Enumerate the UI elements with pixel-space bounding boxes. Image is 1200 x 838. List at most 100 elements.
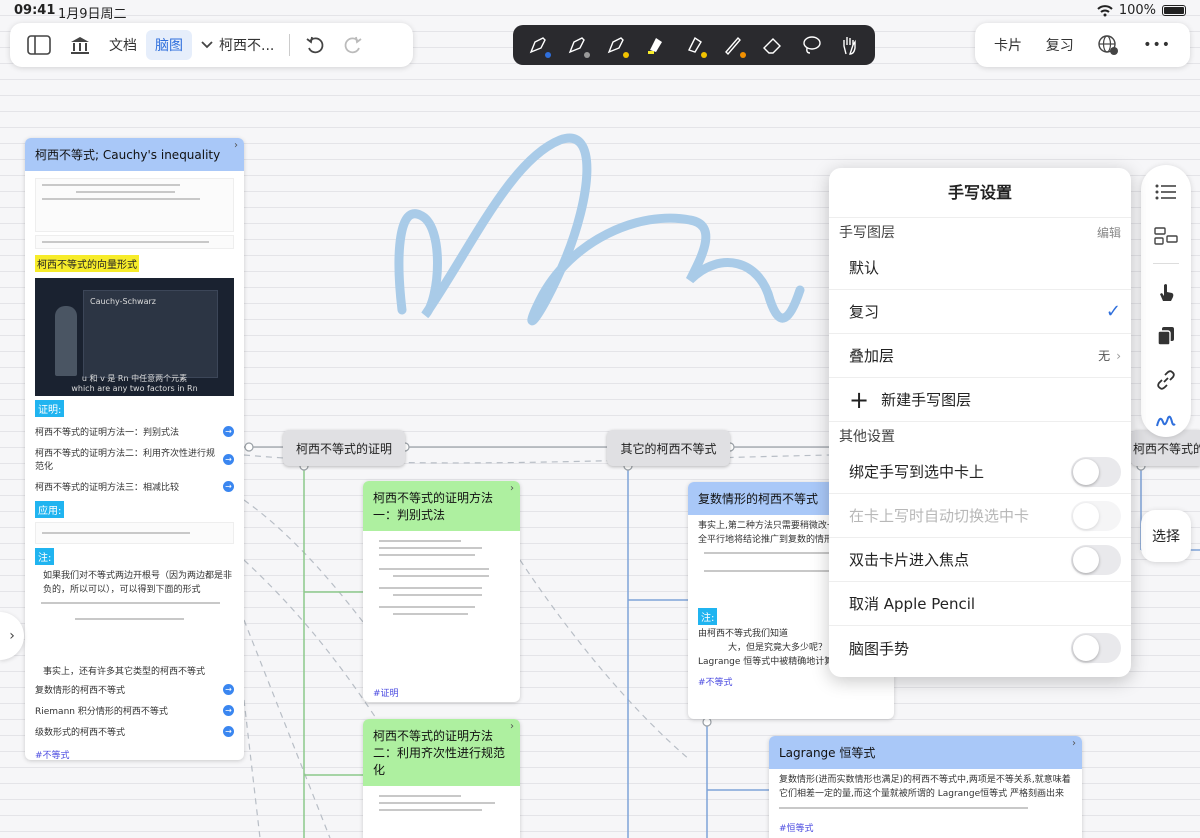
list-item[interactable]: 级数形式的柯西不等式 →	[35, 721, 234, 742]
lasso-icon[interactable]	[796, 30, 826, 60]
chevron-right-icon[interactable]: ›	[510, 721, 514, 732]
bind-handwriting-row: 绑定手写到选中卡上	[829, 450, 1131, 494]
link-label: 柯西不等式的证明方法三：相减比较	[35, 483, 180, 493]
auto-switch-toggle	[1071, 500, 1121, 531]
highlighter-2-icon[interactable]	[679, 30, 709, 60]
eraser-icon[interactable]	[757, 30, 787, 60]
formula-image	[35, 235, 234, 249]
arrow-right-icon: →	[223, 726, 234, 737]
redo-icon[interactable]	[334, 35, 372, 55]
status-time: 09:41	[14, 3, 56, 18]
note-text-2: 事实上，还有许多其它类型的柯西不等式	[43, 667, 206, 677]
card-tag[interactable]: #证明	[373, 680, 510, 702]
list-item[interactable]: 柯西不等式的证明方法一：判别式法 →	[35, 421, 234, 442]
overlay-value: 无 ›	[1098, 347, 1121, 364]
row-label: 取消 Apple Pencil	[849, 595, 976, 613]
library-icon[interactable]	[60, 35, 100, 55]
node-other-inequalities[interactable]: 其它的柯西不等式	[607, 430, 730, 466]
handwriting-stroke[interactable]	[394, 133, 805, 326]
formula-image	[373, 795, 510, 811]
list-item[interactable]: 复数情形的柯西不等式 →	[35, 679, 234, 700]
pen-icon[interactable]	[562, 30, 592, 60]
node-proof[interactable]: 柯西不等式的证明	[283, 430, 405, 466]
handwriting-icon[interactable]	[1151, 407, 1181, 437]
note-label: 注:	[35, 548, 55, 565]
hand-pointer-icon[interactable]	[1151, 277, 1181, 307]
select-button[interactable]: 选择	[1141, 510, 1191, 562]
row-label: 双击卡片进入焦点	[849, 551, 970, 569]
arrow-right-icon: →	[223, 481, 234, 492]
card-tag[interactable]: #不等式	[35, 742, 234, 760]
value-text: 无	[1098, 349, 1111, 363]
chevron-right-icon[interactable]: ›	[234, 140, 238, 151]
board-title: Cauchy-Schwarz	[90, 297, 156, 306]
link-label: 柯西不等式的证明方法二：利用齐次性进行规范化	[35, 449, 216, 472]
row-label: 在卡上写时自动切换选中卡	[849, 507, 1030, 525]
more-options-icon[interactable]: •••	[1134, 37, 1180, 53]
card-proof-method-2[interactable]: 柯西不等式的证明方法二：利用齐次性进行规范化 ›	[363, 719, 520, 838]
new-layer-button[interactable]: + 新建手写图层	[829, 378, 1131, 422]
proof-label: 证明:	[35, 400, 65, 417]
sidebar-toggle-icon[interactable]	[18, 35, 60, 55]
layout-icon[interactable]	[1151, 221, 1181, 251]
highlighter-icon[interactable]	[640, 30, 670, 60]
list-item[interactable]: 柯西不等式的证明方法三：相减比较 →	[35, 476, 234, 497]
chevron-right-icon: ›	[9, 628, 15, 644]
apply-label: 应用:	[35, 501, 65, 518]
battery-percent: 100%	[1118, 3, 1156, 18]
card-title: Lagrange 恒等式	[779, 746, 876, 760]
bind-handwriting-toggle[interactable]	[1071, 456, 1121, 487]
video-player[interactable]: Cauchy-Schwarz u 和 v 是 Rn 中任意两个元素 which …	[35, 278, 234, 396]
fountain-pen-icon[interactable]	[523, 30, 553, 60]
card-cauchy-inequality[interactable]: 柯西不等式; Cauchy's inequality › 柯西不等式的向量形式 …	[25, 138, 244, 760]
card-title: 柯西不等式的证明方法一：判别式法	[373, 491, 494, 522]
double-tap-focus-row: 双击卡片进入焦点	[829, 538, 1131, 582]
layer-default[interactable]: 默认	[829, 246, 1131, 290]
www-icon[interactable]	[1088, 34, 1128, 56]
chevron-down-icon	[201, 37, 213, 53]
tab-mindmap[interactable]: 脑图	[146, 30, 192, 60]
cards-button[interactable]: 卡片	[985, 35, 1031, 55]
row-label: 新建手写图层	[881, 391, 972, 409]
layer-review[interactable]: 复习 ✓	[829, 290, 1131, 334]
card-proof-method-1[interactable]: 柯西不等式的证明方法一：判别式法 › #证明	[363, 481, 520, 702]
plus-icon: +	[849, 385, 870, 414]
review-button[interactable]: 复习	[1037, 35, 1083, 55]
row-label: 脑图手势	[849, 639, 910, 658]
card-tag[interactable]: #恒等式	[779, 815, 1072, 838]
pencil-icon[interactable]	[718, 30, 748, 60]
link-label: Riemann 积分情形的柯西不等式	[35, 707, 168, 717]
card-lagrange-identity[interactable]: Lagrange 恒等式 › 复数情形(进而实数情形也满足)的柯西不等式中,两项…	[769, 736, 1082, 838]
wifi-icon	[1097, 4, 1113, 16]
copy-icon[interactable]	[1151, 321, 1181, 351]
double-tap-focus-toggle[interactable]	[1071, 544, 1121, 575]
chevron-right-icon[interactable]: ›	[1072, 738, 1076, 749]
edit-button[interactable]: 编辑	[1097, 224, 1121, 241]
list-item[interactable]: Riemann 积分情形的柯西不等式 →	[35, 700, 234, 721]
undo-icon[interactable]	[296, 35, 334, 55]
link-icon[interactable]	[1151, 365, 1181, 395]
cancel-apple-pencil-button[interactable]: 取消 Apple Pencil	[829, 582, 1131, 626]
tab-document[interactable]: 文档	[100, 35, 146, 55]
card-header: 柯西不等式; Cauchy's inequality ›	[25, 138, 244, 171]
subtitle-en: which are any two factors in Rn	[71, 384, 198, 393]
list-item[interactable]: 柯西不等式的证明方法二：利用齐次性进行规范化 →	[35, 442, 234, 476]
chevron-right-icon: ›	[1116, 348, 1121, 363]
video-blackboard: Cauchy-Schwarz	[83, 290, 218, 378]
pen-toolbar	[513, 25, 875, 65]
note-text: 如果我们对不等式两边开根号（因为两边都是非负的，所以可以），可以得到下面的形式	[43, 571, 233, 595]
section-label: 手写图层	[839, 225, 895, 241]
formula-image	[373, 540, 510, 680]
overlay-layer-row[interactable]: 叠加层 无 ›	[829, 334, 1131, 378]
current-map-selector[interactable]: 柯西不...	[192, 35, 283, 55]
hand-gesture-icon[interactable]	[834, 30, 864, 60]
row-label: 默认	[849, 259, 880, 277]
top-toolbar-left: 文档 脑图 柯西不...	[10, 23, 413, 67]
formula-image	[35, 178, 234, 232]
pen-yellow-icon[interactable]	[601, 30, 631, 60]
mindmap-gesture-toggle[interactable]	[1071, 633, 1121, 663]
outline-list-icon[interactable]	[1151, 177, 1181, 207]
chevron-right-icon[interactable]: ›	[510, 483, 514, 494]
row-label: 复习	[849, 303, 880, 321]
arrow-right-icon: →	[223, 453, 234, 465]
